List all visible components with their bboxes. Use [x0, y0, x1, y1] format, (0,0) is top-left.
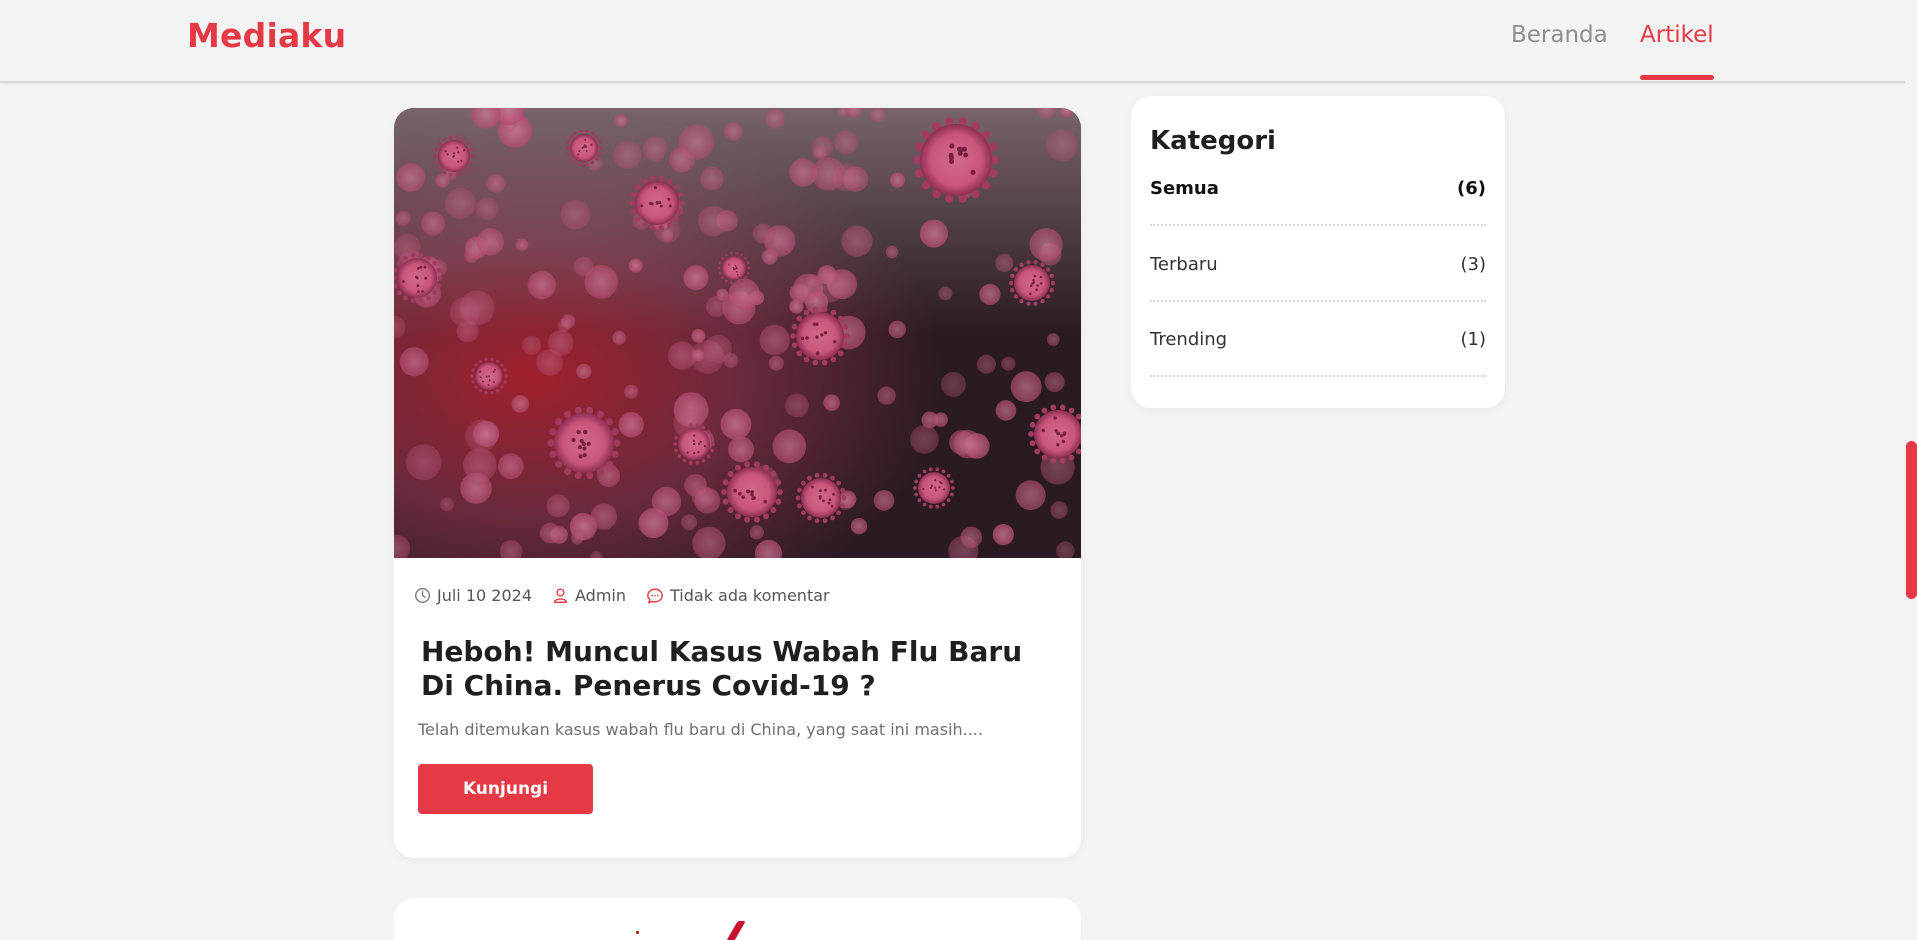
category-label: Semua: [1150, 177, 1219, 199]
image-fragment: [726, 921, 746, 940]
article-comments: Tidak ada komentar: [670, 586, 830, 605]
article-author: Admin: [575, 586, 626, 605]
brand-logo[interactable]: Mediaku: [187, 16, 346, 55]
user-icon: [553, 588, 568, 603]
category-sidebar: Kategori Semua (6) Terbaru (3) Trending …: [1131, 96, 1505, 408]
page: Mediaku Beranda Artikel Juli 10 2024 Adm…: [0, 0, 1917, 940]
category-item-trending[interactable]: Trending (1): [1150, 303, 1486, 377]
clock-icon: [415, 588, 430, 603]
article-meta: Juli 10 2024 Admin Tidak ada komentar: [414, 586, 850, 605]
coronavirus-image[interactable]: [394, 108, 1081, 558]
scrollbar-thumb[interactable]: [1906, 441, 1917, 599]
article-excerpt: Telah ditemukan kasus wabah flu baru di …: [418, 720, 983, 739]
active-nav-indicator: [1640, 75, 1714, 80]
category-label: Terbaru: [1150, 253, 1218, 275]
category-item-terbaru[interactable]: Terbaru (3): [1150, 228, 1486, 302]
comment-icon: [647, 588, 663, 603]
nav-link-artikel[interactable]: Artikel: [1640, 22, 1714, 48]
meta-date: Juli 10 2024: [414, 586, 532, 605]
meta-author: Admin: [552, 586, 626, 605]
category-item-semua[interactable]: Semua (6): [1150, 152, 1486, 226]
category-label: Trending: [1150, 328, 1228, 350]
category-count: (3): [1460, 253, 1487, 275]
visit-button[interactable]: Kunjungi: [418, 764, 593, 814]
navbar: Mediaku Beranda Artikel: [0, 0, 1905, 83]
article-date: Juli 10 2024: [437, 586, 532, 605]
category-count: (1): [1460, 328, 1487, 350]
article-title[interactable]: Heboh! Muncul Kasus Wabah Flu Baru Di Ch…: [421, 635, 1041, 703]
meta-comments: Tidak ada komentar: [646, 586, 830, 605]
nav-link-beranda[interactable]: Beranda: [1511, 22, 1608, 48]
article-card-next[interactable]: [394, 898, 1081, 940]
article-card: Juli 10 2024 Admin Tidak ada komentar He…: [394, 108, 1081, 858]
image-fragment: [636, 931, 639, 934]
category-count: (6): [1457, 177, 1486, 199]
